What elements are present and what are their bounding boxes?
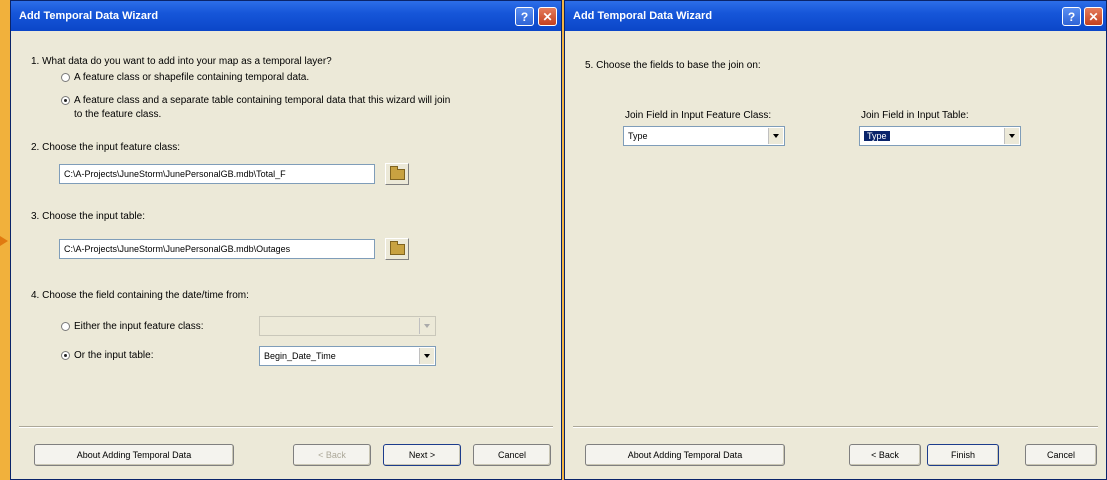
chevron-down-icon xyxy=(419,318,434,334)
radio-feature-class-and-table[interactable] xyxy=(61,96,70,105)
window-title: Add Temporal Data Wizard xyxy=(573,10,713,22)
wizard-content: 1. What data do you want to add into you… xyxy=(11,31,561,479)
join-field-feature-class-label: Join Field in Input Feature Class: xyxy=(625,110,772,121)
wizard-window-step2: Add Temporal Data Wizard ? ✕ 5. Choose t… xyxy=(564,0,1107,480)
radio-date-from-feature-class-label: Either the input feature class: xyxy=(74,321,204,332)
finish-button[interactable]: Finish xyxy=(927,444,999,466)
join-field-table-label: Join Field in Input Table: xyxy=(861,110,969,121)
title-bar[interactable]: Add Temporal Data Wizard ? ✕ xyxy=(565,1,1106,31)
input-table-date-dropdown[interactable]: Begin_Date_Time xyxy=(259,346,436,366)
radio-feature-class-and-table-label-line2: to the feature class. xyxy=(74,109,162,120)
radio-feature-class-only-label: A feature class or shapefile containing … xyxy=(74,72,310,83)
question-1-label: 1. What data do you want to add into you… xyxy=(31,56,332,67)
cancel-button[interactable]: Cancel xyxy=(1025,444,1097,466)
question-3-label: 3. Choose the input table: xyxy=(31,211,145,222)
chevron-down-icon[interactable] xyxy=(768,128,783,144)
browse-feature-class-button[interactable] xyxy=(385,163,409,185)
browse-table-button[interactable] xyxy=(385,238,409,260)
help-icon[interactable]: ? xyxy=(1062,7,1081,26)
folder-icon xyxy=(389,240,405,255)
close-icon[interactable]: ✕ xyxy=(538,7,557,26)
join-field-feature-class-value: Type xyxy=(628,131,648,141)
chevron-down-icon[interactable] xyxy=(419,348,434,364)
join-field-feature-class-dropdown[interactable]: Type xyxy=(623,126,785,146)
question-2-label: 2. Choose the input feature class: xyxy=(31,142,180,153)
wizard-content: 5. Choose the fields to base the join on… xyxy=(565,31,1106,479)
input-table-date-value: Begin_Date_Time xyxy=(264,351,336,361)
about-adding-temporal-data-button[interactable]: About Adding Temporal Data xyxy=(34,444,234,466)
radio-feature-class-only[interactable] xyxy=(61,73,70,82)
radio-feature-class-and-table-label-line1: A feature class and a separate table con… xyxy=(74,95,451,106)
back-button[interactable]: < Back xyxy=(849,444,921,466)
title-bar[interactable]: Add Temporal Data Wizard ? ✕ xyxy=(11,1,561,31)
feature-class-date-dropdown xyxy=(259,316,436,336)
radio-date-from-feature-class[interactable] xyxy=(61,322,70,331)
join-field-table-value: Type xyxy=(864,131,890,141)
next-button[interactable]: Next > xyxy=(383,444,461,466)
pointer-arrow-icon xyxy=(0,236,8,246)
about-adding-temporal-data-button[interactable]: About Adding Temporal Data xyxy=(585,444,785,466)
separator xyxy=(573,426,1098,428)
back-button[interactable]: < Back xyxy=(293,444,371,466)
wizard-window-step1: Add Temporal Data Wizard ? ✕ 1. What dat… xyxy=(10,0,562,480)
question-5-label: 5. Choose the fields to base the join on… xyxy=(585,60,761,71)
separator xyxy=(19,426,553,428)
radio-date-from-input-table[interactable] xyxy=(61,351,70,360)
chevron-down-icon[interactable] xyxy=(1004,128,1019,144)
help-icon[interactable]: ? xyxy=(515,7,534,26)
close-icon[interactable]: ✕ xyxy=(1084,7,1103,26)
input-table-field[interactable]: C:\A-Projects\JuneStorm\JunePersonalGB.m… xyxy=(59,239,375,259)
window-title: Add Temporal Data Wizard xyxy=(19,10,159,22)
radio-date-from-input-table-label: Or the input table: xyxy=(74,350,154,361)
input-feature-class-field[interactable]: C:\A-Projects\JuneStorm\JunePersonalGB.m… xyxy=(59,164,375,184)
cancel-button[interactable]: Cancel xyxy=(473,444,551,466)
question-4-label: 4. Choose the field containing the date/… xyxy=(31,290,249,301)
folder-icon xyxy=(389,165,405,180)
join-field-table-dropdown[interactable]: Type xyxy=(859,126,1021,146)
